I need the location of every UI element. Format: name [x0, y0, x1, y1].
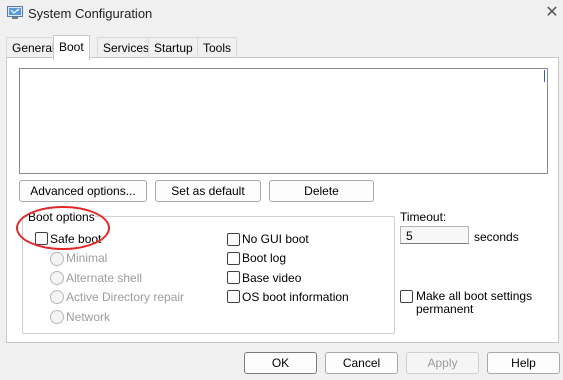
help-button[interactable]: Help	[487, 352, 560, 374]
active-directory-repair-radio[interactable]	[50, 290, 64, 304]
apply-button[interactable]: Apply	[406, 352, 479, 374]
system-config-icon	[7, 6, 23, 20]
boot-log-label[interactable]: Boot log	[242, 251, 286, 265]
minimal-label: Minimal	[66, 251, 108, 265]
no-gui-boot-checkbox[interactable]	[227, 233, 240, 246]
text-caret	[544, 70, 545, 82]
set-as-default-button[interactable]: Set as default	[155, 180, 261, 202]
tab-services[interactable]: Services	[97, 37, 156, 58]
cancel-button[interactable]: Cancel	[325, 352, 398, 374]
boot-options-legend: Boot options	[28, 210, 95, 224]
window-title: System Configuration	[28, 6, 153, 21]
tab-boot[interactable]: Boot	[53, 35, 90, 60]
boot-log-checkbox[interactable]	[227, 252, 240, 265]
advanced-options-button[interactable]: Advanced options...	[19, 180, 147, 202]
safe-boot-checkbox[interactable]	[35, 232, 48, 245]
timeout-input[interactable]: 5	[400, 226, 469, 244]
no-gui-boot-label[interactable]: No GUI boot	[242, 232, 309, 246]
ok-button[interactable]: OK	[244, 352, 317, 374]
os-boot-information-label[interactable]: OS boot information	[242, 290, 349, 304]
tab-tools[interactable]: Tools	[197, 37, 238, 58]
make-permanent-label-line2[interactable]: permanent	[416, 302, 473, 316]
make-permanent-label-line1[interactable]: Make all boot settings	[416, 289, 532, 303]
minimal-radio[interactable]	[50, 252, 64, 266]
safe-boot-label[interactable]: Safe boot	[50, 232, 101, 246]
network-radio[interactable]	[50, 310, 64, 324]
tab-startup[interactable]: Startup	[148, 37, 199, 58]
alternate-shell-label: Alternate shell	[66, 271, 143, 285]
base-video-label[interactable]: Base video	[242, 271, 301, 285]
base-video-checkbox[interactable]	[227, 271, 240, 284]
make-permanent-checkbox[interactable]	[400, 290, 413, 303]
timeout-label: Timeout:	[400, 210, 447, 224]
network-label: Network	[66, 310, 111, 324]
delete-button[interactable]: Delete	[269, 180, 374, 202]
os-boot-information-checkbox[interactable]	[227, 290, 240, 303]
timeout-unit-label: seconds	[474, 230, 519, 244]
alternate-shell-radio[interactable]	[50, 271, 64, 285]
close-icon[interactable]: ✕	[540, 2, 563, 24]
boot-entries-list[interactable]	[19, 68, 548, 174]
active-directory-repair-label: Active Directory repair	[66, 290, 185, 304]
